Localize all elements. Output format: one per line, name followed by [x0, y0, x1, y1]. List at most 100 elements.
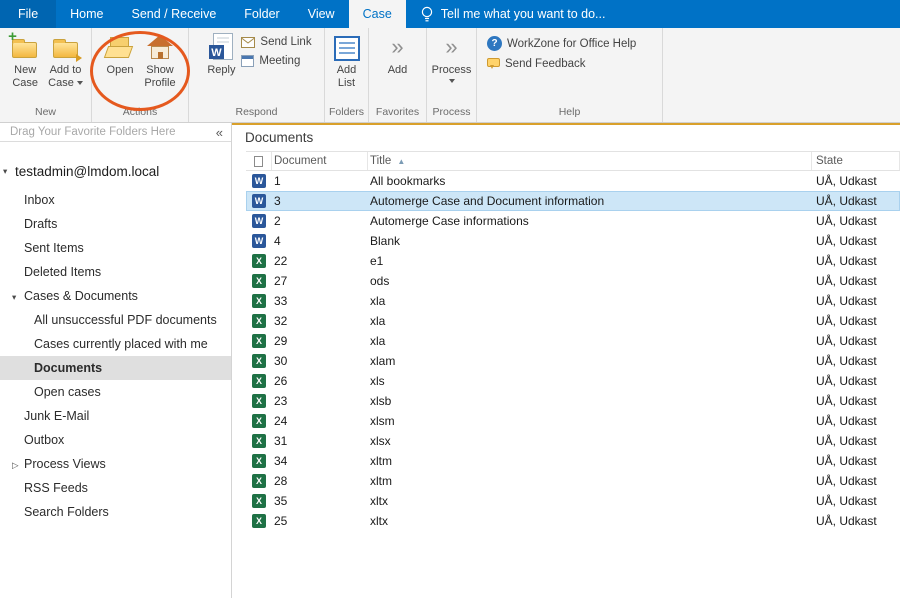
folder-item[interactable]: All unsuccessful PDF documents [0, 308, 231, 332]
add-to-case-button[interactable]: Add toCase [45, 30, 86, 90]
add-list-button[interactable]: AddList [327, 30, 367, 90]
document-row[interactable]: W 3 Automerge Case and Document informat… [246, 191, 900, 211]
document-title: xltm [368, 454, 812, 468]
title-column-header[interactable]: Title ▲ [368, 152, 812, 170]
favorites-drop-text: Drag Your Favorite Folders Here [10, 126, 176, 138]
tell-me-box[interactable]: Tell me what you want to do... [406, 0, 620, 28]
file-type-icon: W [252, 214, 266, 228]
folder-item[interactable]: Cases currently placed with me [0, 332, 231, 356]
expand-arrow-icon[interactable]: ▾ [12, 292, 16, 303]
document-list-pane: Documents Document Title ▲ State W [232, 123, 900, 598]
icon-column-header[interactable] [246, 152, 272, 170]
show-profile-button[interactable]: ShowProfile [140, 30, 180, 90]
content-area: Drag Your Favorite Folders Here « ▾ test… [0, 123, 900, 598]
outlook-window: File Home Send / Receive Folder View [0, 0, 900, 598]
document-number: 24 [272, 414, 368, 428]
folder-item[interactable]: Deleted Items [0, 260, 231, 284]
ribbon-tab-label: Folder [244, 7, 279, 21]
document-row[interactable]: X 25 xltx UÅ, Udkast [246, 511, 900, 531]
file-type-icon: W [252, 174, 266, 188]
folder-label: Inbox [24, 193, 55, 207]
page-title: Documents [232, 125, 900, 151]
favorites-add-button[interactable]: » Add [378, 30, 418, 77]
folder-item[interactable]: Sent Items [0, 236, 231, 260]
favorites-drop-zone: Drag Your Favorite Folders Here « [0, 123, 231, 142]
folder-pane: Drag Your Favorite Folders Here « ▾ test… [0, 123, 232, 598]
workzone-help-link[interactable]: ? WorkZone for Office Help [487, 36, 636, 51]
document-row[interactable]: X 27 ods UÅ, Udkast [246, 271, 900, 291]
folder-item[interactable]: Open cases [0, 380, 231, 404]
document-number: 33 [272, 294, 368, 308]
document-row[interactable]: X 26 xls UÅ, Udkast [246, 371, 900, 391]
folder-item[interactable]: ▾ testadmin@lmdom.local [0, 158, 231, 184]
new-case-button[interactable]: + NewCase [5, 30, 45, 90]
file-type-icon: X [252, 454, 266, 468]
send-link-button[interactable]: Send Link [241, 36, 311, 48]
document-row[interactable]: X 30 xlam UÅ, Udkast [246, 351, 900, 371]
document-row[interactable]: X 29 xla UÅ, Udkast [246, 331, 900, 351]
file-type-icon: X [252, 314, 266, 328]
document-row[interactable]: X 31 xlsx UÅ, Udkast [246, 431, 900, 451]
document-state: UÅ, Udkast [812, 474, 900, 488]
document-state: UÅ, Udkast [812, 434, 900, 448]
document-row[interactable]: X 32 xla UÅ, Udkast [246, 311, 900, 331]
page-icon [254, 156, 263, 167]
folder-item[interactable]: RSS Feeds [0, 476, 231, 500]
folder-item[interactable]: Search Folders [0, 500, 231, 524]
file-type-icon: X [252, 294, 266, 308]
ribbon-tab[interactable]: Folder [230, 0, 293, 28]
folder-item[interactable]: Drafts [0, 212, 231, 236]
send-feedback-link[interactable]: Send Feedback [487, 58, 586, 70]
folder-item[interactable]: Outbox [0, 428, 231, 452]
expand-arrow-icon[interactable]: ▷ [12, 460, 19, 471]
folder-item[interactable]: Documents [0, 356, 231, 380]
ribbon-tab[interactable]: View [294, 0, 349, 28]
document-title: xla [368, 314, 812, 328]
folder-item[interactable]: Inbox [0, 188, 231, 212]
folder-item[interactable]: ▷ Process Views [0, 452, 231, 476]
document-row[interactable]: X 23 xlsb UÅ, Udkast [246, 391, 900, 411]
document-column-header[interactable]: Document [272, 152, 368, 170]
ribbon-group-respond: W Reply Send Link Meeting [189, 28, 325, 122]
documents-table: Document Title ▲ State W 1 All bookmarks [232, 151, 900, 598]
folder-label: Search Folders [24, 505, 109, 519]
process-button[interactable]: » Process [429, 30, 474, 83]
document-state: UÅ, Udkast [812, 214, 900, 228]
document-row[interactable]: X 34 xltm UÅ, Udkast [246, 451, 900, 471]
ribbon-group-label: Help [479, 105, 660, 122]
open-button[interactable]: Open [100, 30, 140, 77]
collapse-folder-pane-icon[interactable]: « [216, 125, 223, 140]
ribbon-tab[interactable]: Send / Receive [118, 0, 231, 28]
document-row[interactable]: X 22 e1 UÅ, Udkast [246, 251, 900, 271]
ribbon-tab[interactable]: Home [56, 0, 117, 28]
ribbon-tab-label: Home [70, 7, 103, 21]
file-type-icon: W [252, 234, 266, 248]
document-number: 25 [272, 514, 368, 528]
folder-item[interactable]: Junk E-Mail [0, 404, 231, 428]
document-row[interactable]: W 1 All bookmarks UÅ, Udkast [246, 171, 900, 191]
folder-label: Cases currently placed with me [34, 337, 208, 351]
calendar-icon [241, 55, 254, 67]
document-state: UÅ, Udkast [812, 174, 900, 188]
ribbon-group-label: Actions [94, 105, 186, 122]
document-row[interactable]: W 2 Automerge Case informations UÅ, Udka… [246, 211, 900, 231]
ribbon-group-label: New [2, 105, 89, 122]
file-type-icon: X [252, 494, 266, 508]
document-row[interactable]: X 35 xltx UÅ, Udkast [246, 491, 900, 511]
state-column-header[interactable]: State [812, 152, 900, 170]
folder-item[interactable]: ▾ Cases & Documents [0, 284, 231, 308]
ribbon-tab[interactable]: File [0, 0, 56, 28]
document-row[interactable]: X 24 xlsm UÅ, Udkast [246, 411, 900, 431]
lightbulb-icon [420, 6, 434, 22]
file-type-icon: X [252, 414, 266, 428]
reply-button[interactable]: W Reply [201, 30, 241, 77]
file-type-icon: X [252, 334, 266, 348]
ribbon-tab-label: File [18, 7, 38, 21]
ribbon-tab[interactable]: Case [349, 0, 406, 28]
meeting-button[interactable]: Meeting [241, 55, 300, 67]
expand-arrow-icon[interactable]: ▾ [3, 166, 7, 177]
document-row[interactable]: W 4 Blank UÅ, Udkast [246, 231, 900, 251]
document-row[interactable]: X 28 xltm UÅ, Udkast [246, 471, 900, 491]
document-row[interactable]: X 33 xla UÅ, Udkast [246, 291, 900, 311]
reply-word-doc-icon: W [208, 32, 234, 64]
